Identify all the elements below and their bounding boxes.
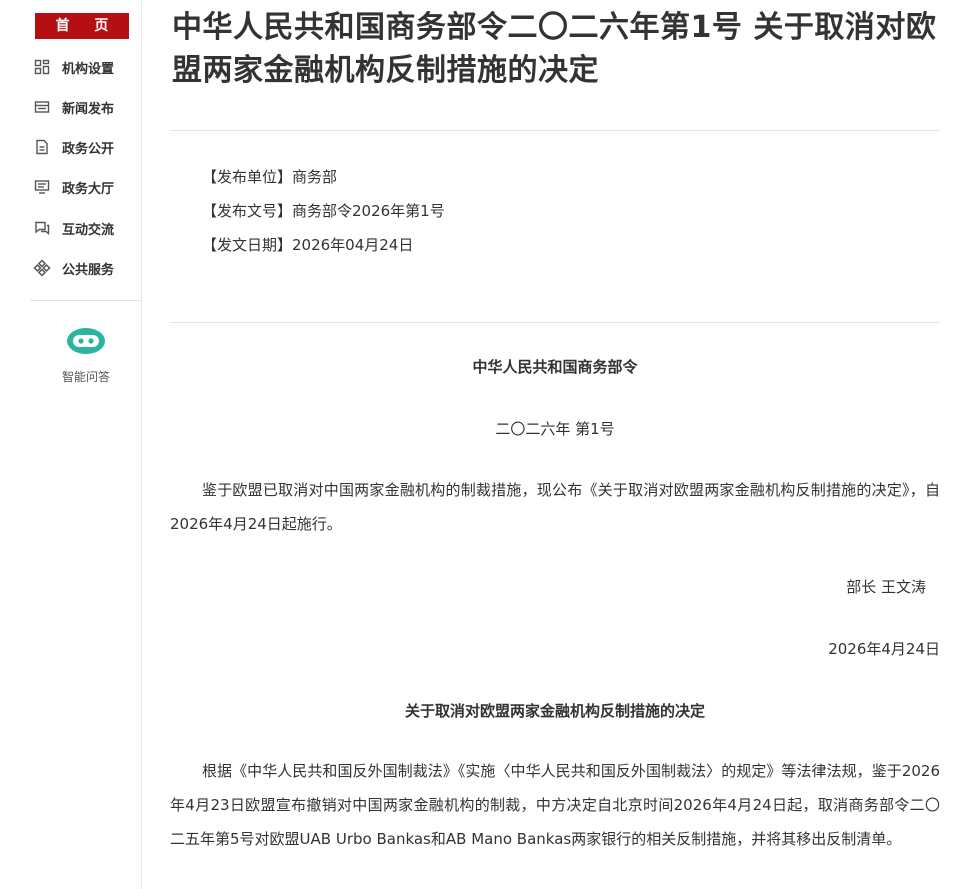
page-title: 中华人民共和国商务部令二〇二六年第1号 关于取消对欧盟两家金融机构反制措施的决定 <box>172 10 937 88</box>
sidebar: 首 页 机构设置 新闻发布 政务公开 政务大厅 互动交流 公共服务 智能问答 <box>0 0 142 889</box>
chat-icon <box>33 219 51 237</box>
sign-date: 2026年4月24日 <box>828 640 940 658</box>
order-title: 中华人民共和国商务部令 <box>472 358 638 376</box>
sidebar-item-label: 政务大厅 <box>62 181 115 197</box>
home-button[interactable]: 首 页 <box>35 13 129 39</box>
sidebar-item-gov-affairs[interactable]: 政务公开 <box>33 135 114 159</box>
sidebar-item-interaction[interactable]: 互动交流 <box>33 216 114 240</box>
divider <box>170 322 940 323</box>
document-icon <box>33 138 51 156</box>
sidebar-item-label: 公共服务 <box>62 262 115 278</box>
decision-paragraph: 根据《中华人民共和国反外国制裁法》《实施〈中华人民共和国反外国制裁法〉的规定》等… <box>170 762 940 848</box>
sidebar-item-label: 政务公开 <box>62 141 115 157</box>
service-icon <box>33 259 51 277</box>
meta-date: 【发文日期】2026年04月24日 <box>202 236 414 254</box>
divider <box>170 130 940 131</box>
sidebar-item-service-hall[interactable]: 政务大厅 <box>33 175 114 199</box>
sidebar-item-news[interactable]: 新闻发布 <box>33 95 114 119</box>
sidebar-divider <box>30 300 142 301</box>
sidebar-item-org-setup[interactable]: 机构设置 <box>33 55 114 79</box>
sidebar-item-public-service[interactable]: 公共服务 <box>33 256 114 280</box>
signer: 部长 王文涛 <box>846 578 926 596</box>
robot-icon <box>46 326 126 360</box>
meta-doc-number: 【发布文号】商务部令2026年第1号 <box>202 202 445 220</box>
grid-icon <box>33 58 51 76</box>
meta-issuer: 【发布单位】商务部 <box>202 168 338 186</box>
order-number: 二〇二六年 第1号 <box>495 420 615 438</box>
sidebar-item-label: 互动交流 <box>62 222 115 238</box>
sidebar-item-label: 机构设置 <box>62 61 115 77</box>
news-icon <box>33 98 51 116</box>
sidebar-item-label: 新闻发布 <box>62 101 115 117</box>
ai-qa-label: 智能问答 <box>61 370 110 384</box>
ai-qa-button[interactable]: 智能问答 <box>46 326 126 385</box>
decision-title: 关于取消对欧盟两家金融机构反制措施的决定 <box>404 702 705 720</box>
intro-paragraph: 鉴于欧盟已取消对中国两家金融机构的制裁措施，现公布《关于取消对欧盟两家金融机构反… <box>170 481 940 533</box>
monitor-icon <box>33 178 51 196</box>
